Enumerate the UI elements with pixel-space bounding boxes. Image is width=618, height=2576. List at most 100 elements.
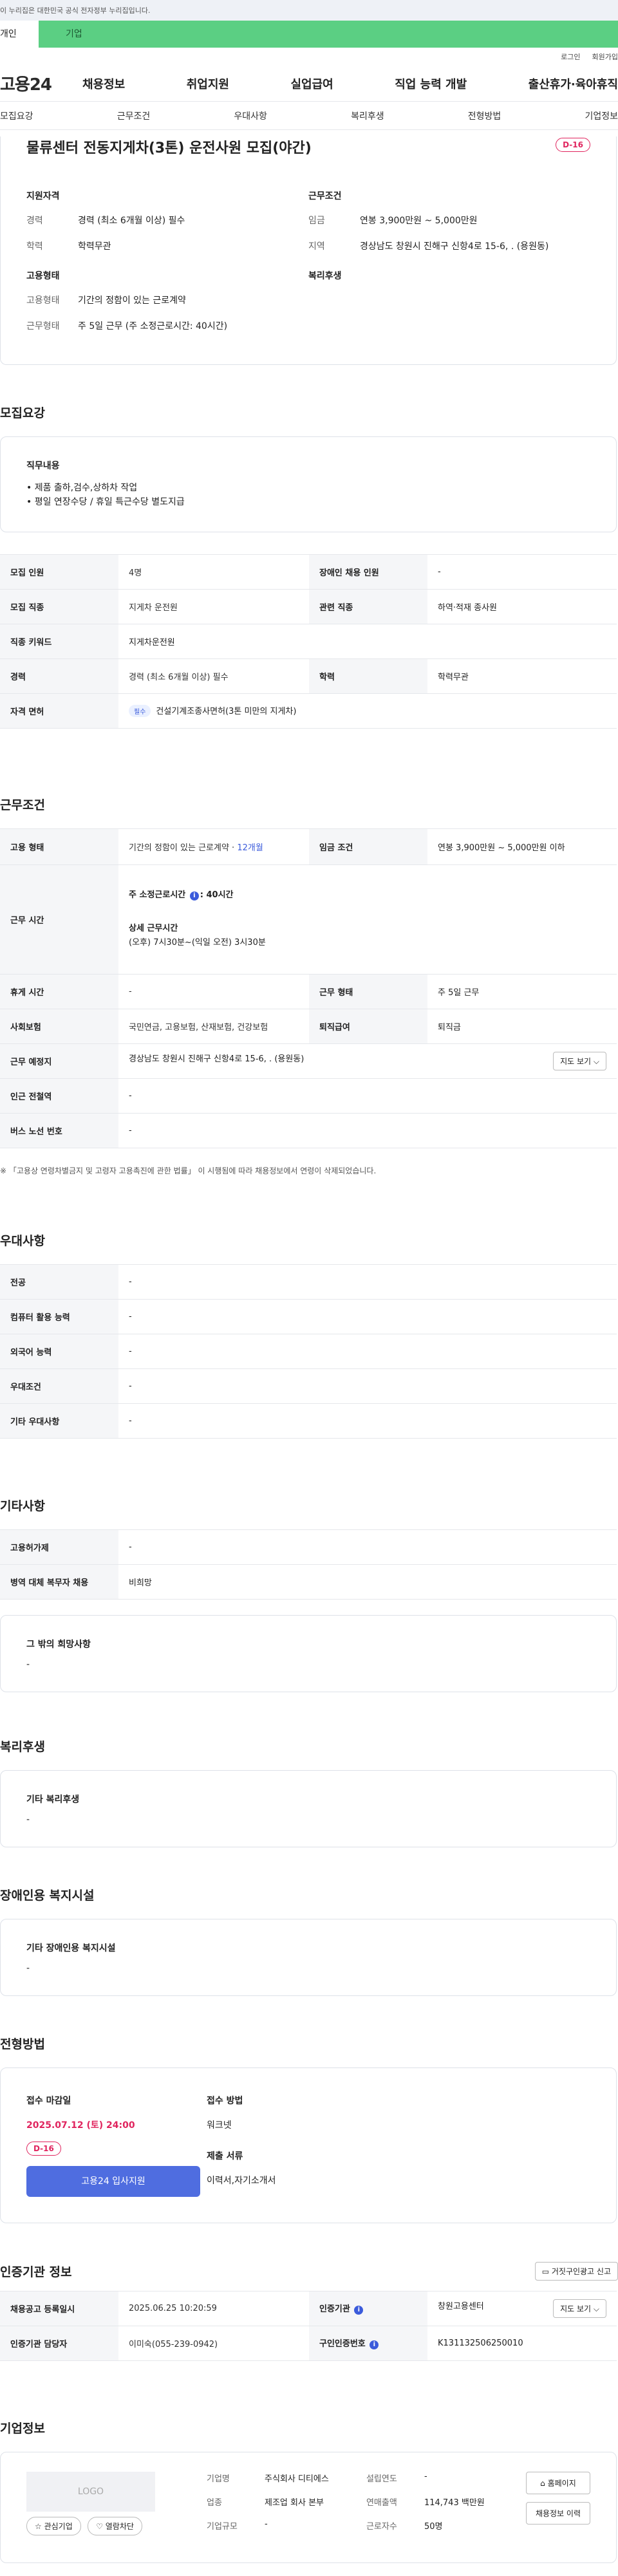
summary-value: 주 5일 근무 (주 소정근로시간: 40시간) <box>78 321 228 331</box>
job-history-button[interactable]: 채용정보 이력 <box>525 2501 590 2525</box>
table-row: 근무 시간 주 소정근로시간 i: 40시간 상세 근무시간 (오후) 7시30… <box>0 864 617 975</box>
disability-box: 기타 장애인용 복지시설 - <box>0 1918 617 1996</box>
cell-key: 사회보험 <box>0 1009 118 1044</box>
report-label: 거짓구인광고 신고 <box>551 2266 611 2276</box>
subnav-recruit[interactable]: 모집요강 <box>0 109 33 122</box>
cell-value: 퇴직금 <box>427 1009 617 1044</box>
tab-personal[interactable]: 개인 <box>0 21 39 48</box>
info-icon[interactable]: i <box>189 891 199 901</box>
recruit-table: 모집 인원 4명 장애인 채용 인원 - 모집 직종 지게차 운전원 관련 직종 하역·적재… <box>0 554 617 729</box>
table-row: 컴퓨터 활용 능력 - <box>0 1299 617 1334</box>
cell-value: - <box>427 554 617 590</box>
join-link[interactable]: 회원가입 <box>592 51 618 62</box>
cell-key: 임금 조건 <box>309 828 427 865</box>
homepage-button[interactable]: ⌂ 홈페이지 <box>525 2471 590 2494</box>
table-row: 휴게 시간 - 근무 형태 주 5일 근무 <box>0 974 617 1009</box>
cell-key: 관련 직종 <box>309 589 427 624</box>
docs-label: 제출 서류 <box>207 2151 243 2161</box>
summary-key: 지역 <box>308 241 325 252</box>
process-box: 접수 마감일 2025.07.12 (토) 24:00 D-16 고용24 입사… <box>0 2067 617 2223</box>
cell-key: 자격 면허 <box>0 693 118 729</box>
cell-value: 2025.06.25 10:20:59 <box>118 2291 309 2326</box>
org-key: 인증기관 <box>319 2304 350 2315</box>
cell-key: 외국어 능력 <box>0 1334 118 1369</box>
subnav-pref[interactable]: 우대사항 <box>234 109 267 122</box>
info-icon[interactable]: i <box>370 2340 379 2350</box>
weekly-hours-label: 주 소정근로시간 <box>129 890 186 901</box>
nav-item-benefit[interactable]: 실업급여 <box>291 75 333 92</box>
gov-banner-text: 이 누리집은 대한민국 공식 전자정부 누리집입니다. <box>0 6 151 15</box>
cell-value: - <box>118 1113 617 1148</box>
summary-head-welfare: 복리후생 <box>308 271 342 281</box>
cell-key: 퇴직급여 <box>309 1009 427 1044</box>
cell-key: 병역 대체 복무자 채용 <box>0 1564 118 1600</box>
gnb-tabs: 개인 기업 <box>0 21 618 48</box>
cell-key: 인근 전철역 <box>0 1078 118 1114</box>
apply-button[interactable]: 고용24 입사지원 <box>26 2165 200 2197</box>
company-logo: LOGO <box>26 2471 155 2512</box>
gov-banner: 이 누리집은 대한민국 공식 전자정부 누리집입니다. <box>0 0 618 21</box>
org-map-button[interactable]: 지도 보기 ⌵ <box>553 2299 606 2318</box>
summary-value: 기간의 정함이 있는 근로계약 <box>78 295 186 306</box>
cell-value: 경상남도 창원시 진해구 신항4로 15-6, . (용원동) 지도 보기 ⌵ <box>118 1043 617 1079</box>
cell-value: - <box>118 1078 617 1114</box>
section-title-recruit: 모집요강 <box>0 406 45 420</box>
cell-key: 근무 형태 <box>309 974 427 1009</box>
info-icon[interactable]: i <box>354 2306 364 2315</box>
cell-value: 창원고용센터 지도 보기 ⌵ <box>427 2291 617 2326</box>
subnav-welfare[interactable]: 복리후생 <box>351 109 384 122</box>
subnav-company[interactable]: 기업정보 <box>585 109 618 122</box>
dday-badge: D-16 <box>556 138 590 152</box>
cell-key: 근무 예정지 <box>0 1043 118 1079</box>
required-chip: 필수 <box>129 705 151 718</box>
table-row: 고용허가제 - <box>0 1529 617 1565</box>
id-key: 구인인증번호 <box>319 2339 366 2349</box>
company-value: 50명 <box>424 2521 443 2532</box>
block-view-button[interactable]: ♡ 열람차단 <box>88 2516 142 2535</box>
report-button[interactable]: ▭ 거짓구인광고 신고 <box>534 2261 618 2281</box>
cell-value: 하역·적재 종사원 <box>427 589 617 624</box>
tab-company[interactable]: 기업 <box>39 21 618 48</box>
cell-value: 비희망 <box>118 1564 617 1600</box>
summary-key: 학력 <box>26 241 43 252</box>
list-item: • 평일 연장수당 / 휴일 특근수당 별도지급 <box>26 497 185 508</box>
nav-item-leave[interactable]: 출산휴가·육아휴직 <box>529 75 618 92</box>
cell-key: 컴퓨터 활용 능력 <box>0 1299 118 1334</box>
cell-key: 직종 키워드 <box>0 624 118 659</box>
favorite-company-button[interactable]: ☆ 관심기업 <box>26 2516 81 2535</box>
weekly-hours-value: : 40시간 <box>200 890 234 901</box>
subnav-process[interactable]: 전형방법 <box>468 109 501 122</box>
table-row: 고용 형태 기간의 정함이 있는 근로계약 · 12개월 임금 조건 연봉 3,900… <box>0 828 617 865</box>
cell-key: 고용허가제 <box>0 1529 118 1565</box>
nav-item-jobs[interactable]: 채용정보 <box>82 75 125 92</box>
section-title-welfare: 복리후생 <box>0 1739 45 1754</box>
cell-value: - <box>118 1529 617 1565</box>
cell-value: 이미숙(055-239-0942) <box>118 2326 309 2361</box>
welfare-box: 기타 복리후생 - <box>0 1769 617 1847</box>
summary-value: 연봉 3,900만원 ~ 5,000만원 <box>360 216 478 226</box>
detail-hours-value: (오후) 7시30분~(익일 오전) 3시30분 <box>129 938 266 948</box>
other-wish-value: - <box>26 1659 30 1670</box>
table-row: 인근 전철역 - <box>0 1078 617 1114</box>
nav-item-training[interactable]: 직업 능력 개발 <box>395 75 467 92</box>
table-row: 우대조건 - <box>0 1368 617 1404</box>
job-title: 물류센터 전동지게차(3톤) 운전사원 모집(야간) <box>26 140 312 156</box>
subnav-conditions[interactable]: 근무조건 <box>117 109 151 122</box>
section-subnav: 모집요강 근무조건 우대사항 복리후생 전형방법 기업정보 <box>0 102 618 130</box>
utility-menu: 로그인 회원가입 <box>0 48 618 66</box>
nav-item-support[interactable]: 취업지원 <box>187 75 229 92</box>
work-place: 경상남도 창원시 진해구 신항4로 15-6, . (용원동) <box>129 1054 304 1064</box>
login-link[interactable]: 로그인 <box>561 51 580 62</box>
table-row: 자격 면허 필수 건설기계조종사면허(3톤 미만의 지게차) <box>0 693 617 729</box>
site-logo[interactable]: 고용24 <box>0 71 82 95</box>
company-value: - <box>265 2519 268 2529</box>
cell-value: 주 소정근로시간 i: 40시간 상세 근무시간 (오후) 7시30분~(익일 … <box>118 864 617 975</box>
cert-table: 채용공고 등록일시 2025.06.25 10:20:59 인증기관 i 창원고용센터… <box>0 2290 617 2361</box>
section-title-conditions: 근무조건 <box>0 798 45 812</box>
cell-key: 학력 <box>309 658 427 694</box>
cell-key: 모집 직종 <box>0 589 118 624</box>
section-title-cert: 인증기관 정보 <box>0 2264 72 2279</box>
table-row: 모집 인원 4명 장애인 채용 인원 - <box>0 554 617 590</box>
map-button[interactable]: 지도 보기 ⌵ <box>553 1051 606 1070</box>
cell-value: - <box>118 1403 617 1439</box>
